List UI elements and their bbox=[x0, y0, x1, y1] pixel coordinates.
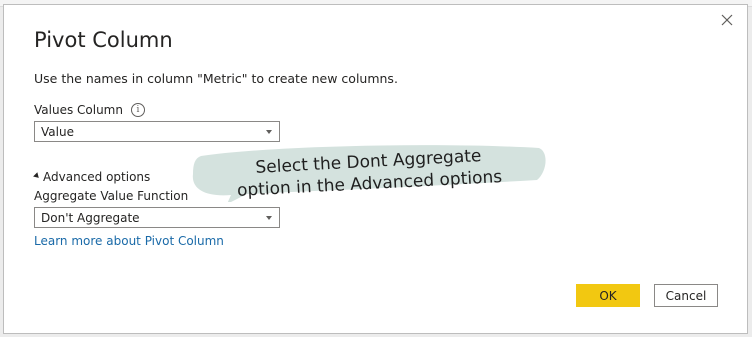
values-column-select[interactable]: Value bbox=[34, 121, 280, 142]
aggregate-function-select[interactable]: Don't Aggregate bbox=[34, 207, 280, 228]
info-icon[interactable]: i bbox=[130, 103, 145, 117]
advanced-options-toggle[interactable]: Advanced options bbox=[33, 170, 151, 184]
ok-button[interactable]: OK bbox=[576, 284, 640, 307]
values-column-label: Values Column bbox=[34, 103, 123, 117]
advanced-options-label: Advanced options bbox=[43, 170, 151, 184]
triangle-expanded-icon bbox=[33, 171, 41, 180]
close-button[interactable] bbox=[717, 10, 737, 30]
cancel-button[interactable]: Cancel bbox=[654, 284, 718, 307]
close-icon bbox=[721, 14, 733, 26]
dialog-description: Use the names in column "Metric" to crea… bbox=[34, 71, 398, 86]
annotation-callout: Select the Dont Aggregate option in the … bbox=[187, 142, 547, 202]
dialog-title: Pivot Column bbox=[34, 28, 173, 52]
aggregate-function-value: Don't Aggregate bbox=[41, 210, 140, 225]
aggregate-value-function-label: Aggregate Value Function bbox=[34, 189, 189, 203]
chevron-down-icon bbox=[266, 216, 272, 220]
values-column-label-row: Values Column i bbox=[34, 103, 145, 117]
pivot-column-dialog: Pivot Column Use the names in column "Me… bbox=[3, 4, 748, 334]
aggregate-label-row: Aggregate Value Function bbox=[34, 189, 188, 203]
learn-more-link[interactable]: Learn more about Pivot Column bbox=[34, 234, 224, 248]
chevron-down-icon bbox=[266, 130, 272, 134]
values-column-value: Value bbox=[41, 124, 74, 139]
